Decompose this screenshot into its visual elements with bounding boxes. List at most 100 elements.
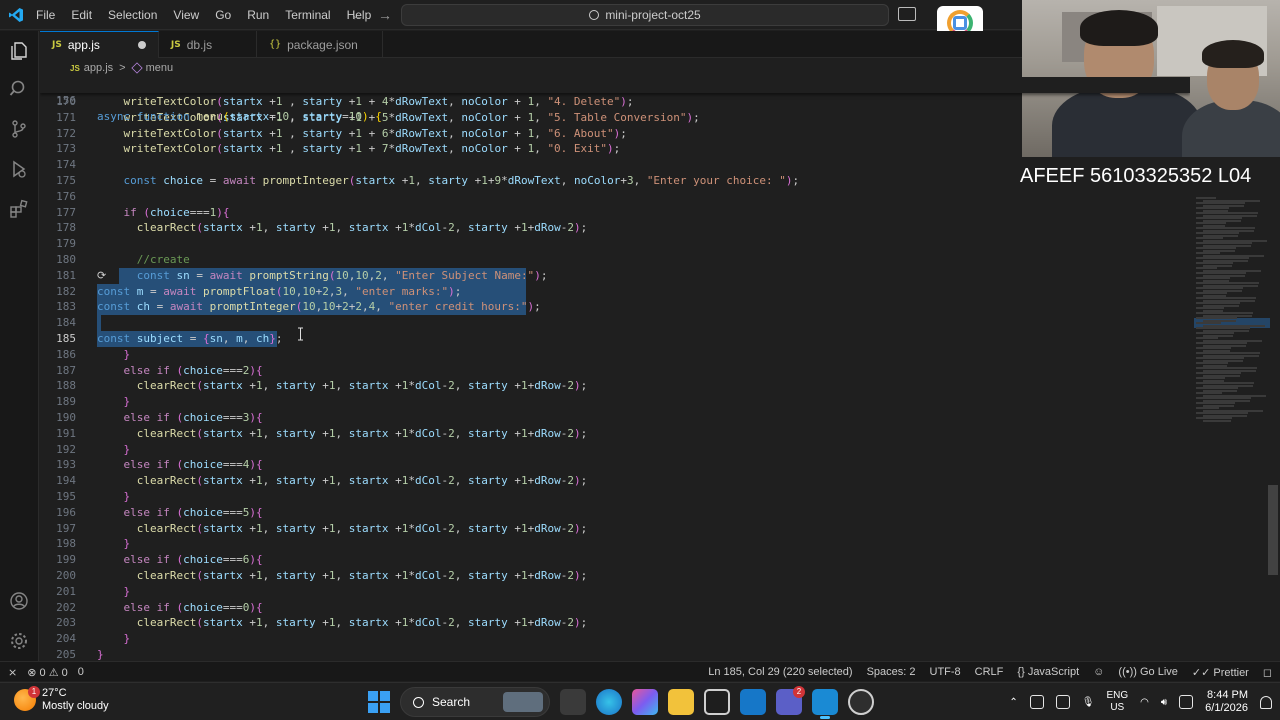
source-control-icon[interactable] [9,119,29,139]
code-line[interactable]: 198 } [40,536,1190,552]
code-line[interactable]: 193 else if (choice===4){ [40,457,1190,473]
taskbar-search[interactable]: Search [400,687,550,717]
tab-app-js[interactable]: JS app.js [40,31,159,58]
code-line[interactable]: 203 clearRect(startx +1, starty +1, star… [40,615,1190,631]
line-number: 199 [56,553,76,567]
code-line[interactable]: 199 else if (choice===6){ [40,552,1190,568]
tab-package-json[interactable]: {} package.json [257,31,383,58]
wifi-icon[interactable]: ◠ [1140,697,1149,708]
code-line[interactable]: 192 } [40,442,1190,458]
forward-arrow-icon[interactable]: → [378,7,392,23]
code-editor[interactable]: 156 async function menu(startx=10, start… [40,77,1190,661]
menu-selection[interactable]: Selection [100,0,165,30]
code-line[interactable]: 176 [40,189,1190,205]
copilot-layout-icon[interactable] [898,7,916,21]
go-live-button[interactable]: ((•)) Go Live [1118,666,1177,678]
clock[interactable]: 8:44 PM 6/1/2026 [1205,689,1248,715]
code-line[interactable]: 200 clearRect(startx +1, starty +1, star… [40,568,1190,584]
code-line[interactable]: 205} [40,647,1190,661]
code-line[interactable]: 195 } [40,489,1190,505]
encoding[interactable]: UTF-8 [930,666,961,678]
cursor-position[interactable]: Ln 185, Col 29 (220 selected) [708,666,852,678]
code-line[interactable]: 180 //create [40,252,1190,268]
file-explorer-icon[interactable] [668,689,694,715]
code-line[interactable]: 191 clearRect(startx +1, starty +1, star… [40,426,1190,442]
code-line[interactable]: 177 if (choice===1){ [40,205,1190,221]
vertical-scrollbar[interactable] [1268,485,1278,575]
prettier-button[interactable]: ✓✓ Prettier [1192,666,1249,679]
code-line[interactable]: 196 else if (choice===5){ [40,505,1190,521]
code-line[interactable]: 179 [40,236,1190,252]
volume-icon[interactable]: 🔊︎ [1161,697,1167,708]
code-line[interactable]: 181 const sn = await promptString(10,10,… [40,267,1190,284]
security-app-icon[interactable] [740,689,766,715]
microsoft-store-icon[interactable] [704,689,730,715]
breadcrumb-file[interactable]: app.js [84,62,113,74]
tab-db-js[interactable]: JS db.js [159,31,258,58]
language-mode[interactable]: {} JavaScript [1017,666,1079,678]
code-line[interactable]: 170 writeTextColor(startx +1 , starty +1… [40,94,1190,110]
tray-overflow-chevron-icon[interactable]: ⌃ [1009,697,1017,708]
code-line[interactable]: 174 [40,157,1190,173]
code-line[interactable]: 175 const choice = await promptInteger(s… [40,173,1190,189]
task-view-icon[interactable] [560,689,586,715]
code-line[interactable]: 178 clearRect(startx +1, starty +1, star… [40,220,1190,236]
extensions-icon[interactable] [9,199,29,219]
recorder-taskbar-icon[interactable] [848,689,874,715]
search-icon[interactable] [9,79,29,99]
code-line[interactable]: 201 } [40,584,1190,600]
code-line[interactable]: 173 writeTextColor(startx +1 , starty +1… [40,141,1190,157]
code-line[interactable]: 202 else if (choice===0){ [40,600,1190,616]
problems-indicator[interactable]: ⊗ 0 ⚠ 0 [27,666,68,679]
code-line[interactable]: 172 writeTextColor(startx +1 , starty +1… [40,126,1190,142]
ports-indicator[interactable]: 0 [78,666,84,678]
copilot-app-icon[interactable] [632,689,658,715]
remote-icon[interactable]: ⨯ [8,666,17,679]
code-line[interactable]: 190 else if (choice===3){ [40,410,1190,426]
microphone-icon[interactable]: 🎙︎ [1082,697,1095,708]
code-line[interactable]: 187 else if (choice===2){ [40,363,1190,379]
teams-icon[interactable]: 2 [776,686,805,715]
unsaved-dot-icon[interactable] [137,41,146,49]
menu-run[interactable]: Run [239,0,277,30]
code-text: clearRect(startx +1, starty +1, startx +… [136,569,588,582]
sticky-scroll-line[interactable]: 156 async function menu(startx=10, start… [40,77,1190,123]
code-line[interactable]: 185 const subject = {sn, m, ch}; [40,331,1190,347]
menu-edit[interactable]: Edit [63,0,100,30]
tray-app-icon[interactable] [1029,695,1044,709]
code-line[interactable]: 197 clearRect(startx +1, starty +1, star… [40,521,1190,537]
run-debug-icon[interactable] [9,159,29,179]
command-center-search[interactable]: mini-project-oct25 [401,4,889,26]
windows-start-icon[interactable] [368,691,390,713]
back-arrow-icon[interactable]: ← [350,7,364,23]
language-indicator[interactable]: ENG US [1106,690,1128,714]
tray-app-icon[interactable] [1055,695,1070,709]
breadcrumb-symbol[interactable]: menu [146,62,174,74]
code-line[interactable]: 184 [40,315,1190,331]
code-line[interactable]: 186 } [40,347,1190,363]
notifications-bell-icon[interactable]: ◻ [1263,666,1272,679]
code-action-icon[interactable]: ⟳ [97,268,106,284]
menu-terminal[interactable]: Terminal [277,0,338,30]
code-line[interactable]: 194 clearRect(startx +1, starty +1, star… [40,473,1190,489]
menu-file[interactable]: File [28,0,63,30]
edge-browser-icon[interactable] [596,689,622,715]
code-line[interactable]: 189 } [40,394,1190,410]
code-line[interactable]: 188 clearRect(startx +1, starty +1, star… [40,378,1190,394]
battery-icon[interactable] [1179,695,1194,709]
explorer-icon[interactable] [9,41,29,61]
line-number: 176 [56,189,76,203]
settings-gear-icon[interactable] [9,631,29,651]
menu-view[interactable]: View [165,0,207,30]
indentation[interactable]: Spaces: 2 [867,666,916,678]
menu-go[interactable]: Go [207,0,239,30]
notification-bell-icon[interactable] [1260,695,1272,709]
vscode-taskbar-icon[interactable] [812,689,838,719]
copilot-icon[interactable]: ☺ [1093,666,1104,678]
code-line[interactable]: 182 const m = await promptFloat(10,10+2,3… [40,283,1190,300]
code-line[interactable]: 183 const ch = await promptInteger(10,10+… [40,299,1190,316]
end-of-line[interactable]: CRLF [975,666,1004,678]
weather-widget[interactable]: 1 27°C Mostly cloudy [14,686,109,713]
code-line[interactable]: 204 } [40,631,1190,647]
account-icon[interactable] [9,591,29,611]
